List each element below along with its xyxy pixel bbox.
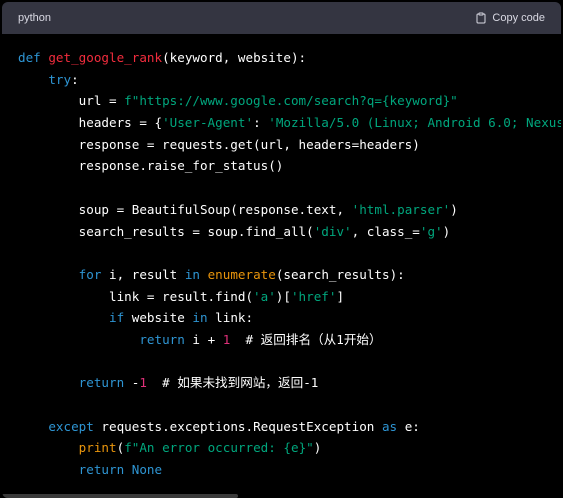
code-token: f"https://www.google.com/search?q={keywo… (124, 93, 458, 109)
copy-code-button[interactable]: Copy code (475, 12, 545, 24)
code-token: in (192, 310, 208, 326)
code-token: if (109, 310, 125, 326)
code-token: requests.exceptions.RequestException (93, 418, 382, 434)
code-token: def (18, 50, 49, 65)
code-token: f"An error occurred: {e}" (124, 440, 314, 456)
code-line: return None (18, 459, 561, 481)
code-token: # 返回排名（从1开始） (230, 331, 382, 347)
code-token: 'g' (419, 223, 443, 239)
clipboard-icon (475, 12, 487, 24)
code-token: response = requests.get(url, headers=hea… (18, 136, 420, 152)
code-token: except (48, 418, 94, 434)
code-token: website (124, 310, 193, 326)
code-line: link = result.find('a')['href'] (18, 286, 561, 308)
code-token: : (253, 115, 269, 131)
code-token: return (139, 331, 185, 347)
code-token: None (131, 462, 163, 478)
code-line: except requests.exceptions.RequestExcept… (18, 416, 561, 438)
code-line: url = f"https://www.google.com/search?q=… (18, 90, 561, 112)
language-label: python (18, 12, 52, 24)
code-line: return i + 1 # 返回排名（从1开始） (18, 329, 561, 351)
code-token: ) (313, 440, 322, 456)
code-token: e: (397, 418, 420, 434)
code-token: return (78, 375, 125, 391)
code-token: )[ (275, 288, 291, 304)
code-line: try: (18, 69, 561, 91)
code-token: ] (336, 288, 345, 304)
code-token: 'href' (290, 288, 337, 304)
horizontal-scrollbar[interactable] (2, 494, 238, 498)
code-token: print (78, 440, 117, 456)
code-header: python Copy code (2, 2, 561, 34)
code-token: as (381, 418, 398, 434)
code-token: ) (450, 201, 458, 217)
code-token: link: (207, 310, 254, 326)
code-token: 'User-Agent' (162, 115, 254, 131)
code-token: try (48, 71, 72, 87)
code-token: soup = BeautifulSoup(response.text, (18, 201, 352, 217)
code-block: python Copy code def get_google_rank(key… (2, 2, 561, 498)
code-line: for i, result in enumerate(search_result… (18, 264, 561, 286)
code-line: search_results = soup.find_all('div', cl… (18, 221, 561, 243)
code-token: 'a' (253, 288, 276, 304)
code-token: get_google_rank (48, 50, 163, 65)
copy-code-label: Copy code (492, 12, 545, 24)
code-token: 'html.parser' (351, 201, 451, 217)
code-token: for (78, 266, 102, 282)
code-token: i, result (101, 266, 185, 282)
code-line: response = requests.get(url, headers=hea… (18, 134, 561, 156)
code-token: response.raise_for_status() (18, 158, 284, 174)
code-token: # 如果未找到网站，返回-1 (146, 375, 319, 391)
code-token: : (71, 71, 79, 87)
code-content[interactable]: def get_google_rank(keyword, website): t… (2, 34, 561, 481)
code-token: - (124, 375, 140, 391)
code-token: headers = { (18, 115, 163, 131)
code-token: , class_= (351, 223, 420, 239)
code-token: search_results = soup.find_all( (18, 223, 314, 239)
code-line: response.raise_for_status() (18, 155, 561, 177)
code-line: soup = BeautifulSoup(response.text, 'htm… (18, 199, 561, 221)
code-token: enumerate (207, 266, 276, 282)
code-token: (search_results): (275, 266, 405, 282)
code-token: i + (184, 331, 223, 347)
code-token: url = (18, 93, 125, 109)
code-line: print(f"An error occurred: {e}") (18, 437, 561, 459)
code-line: headers = {'User-Agent': 'Mozilla/5.0 (L… (18, 112, 561, 134)
code-token: (keyword, website): (162, 50, 307, 65)
code-token: 1 (139, 375, 147, 391)
code-token: 'div' (313, 223, 352, 239)
code-token: link = result.find( (18, 288, 254, 304)
code-line: if website in link: (18, 307, 561, 329)
code-token: 'Mozilla/5.0 (Linux; Android 6.0; Nexus (268, 115, 561, 131)
code-token: in (184, 266, 200, 282)
code-token: ) (442, 223, 451, 239)
code-line: def get_google_rank(keyword, website): (18, 47, 561, 69)
code-token: return (78, 462, 125, 478)
code-line: return -1 # 如果未找到网站，返回-1 (18, 372, 561, 394)
